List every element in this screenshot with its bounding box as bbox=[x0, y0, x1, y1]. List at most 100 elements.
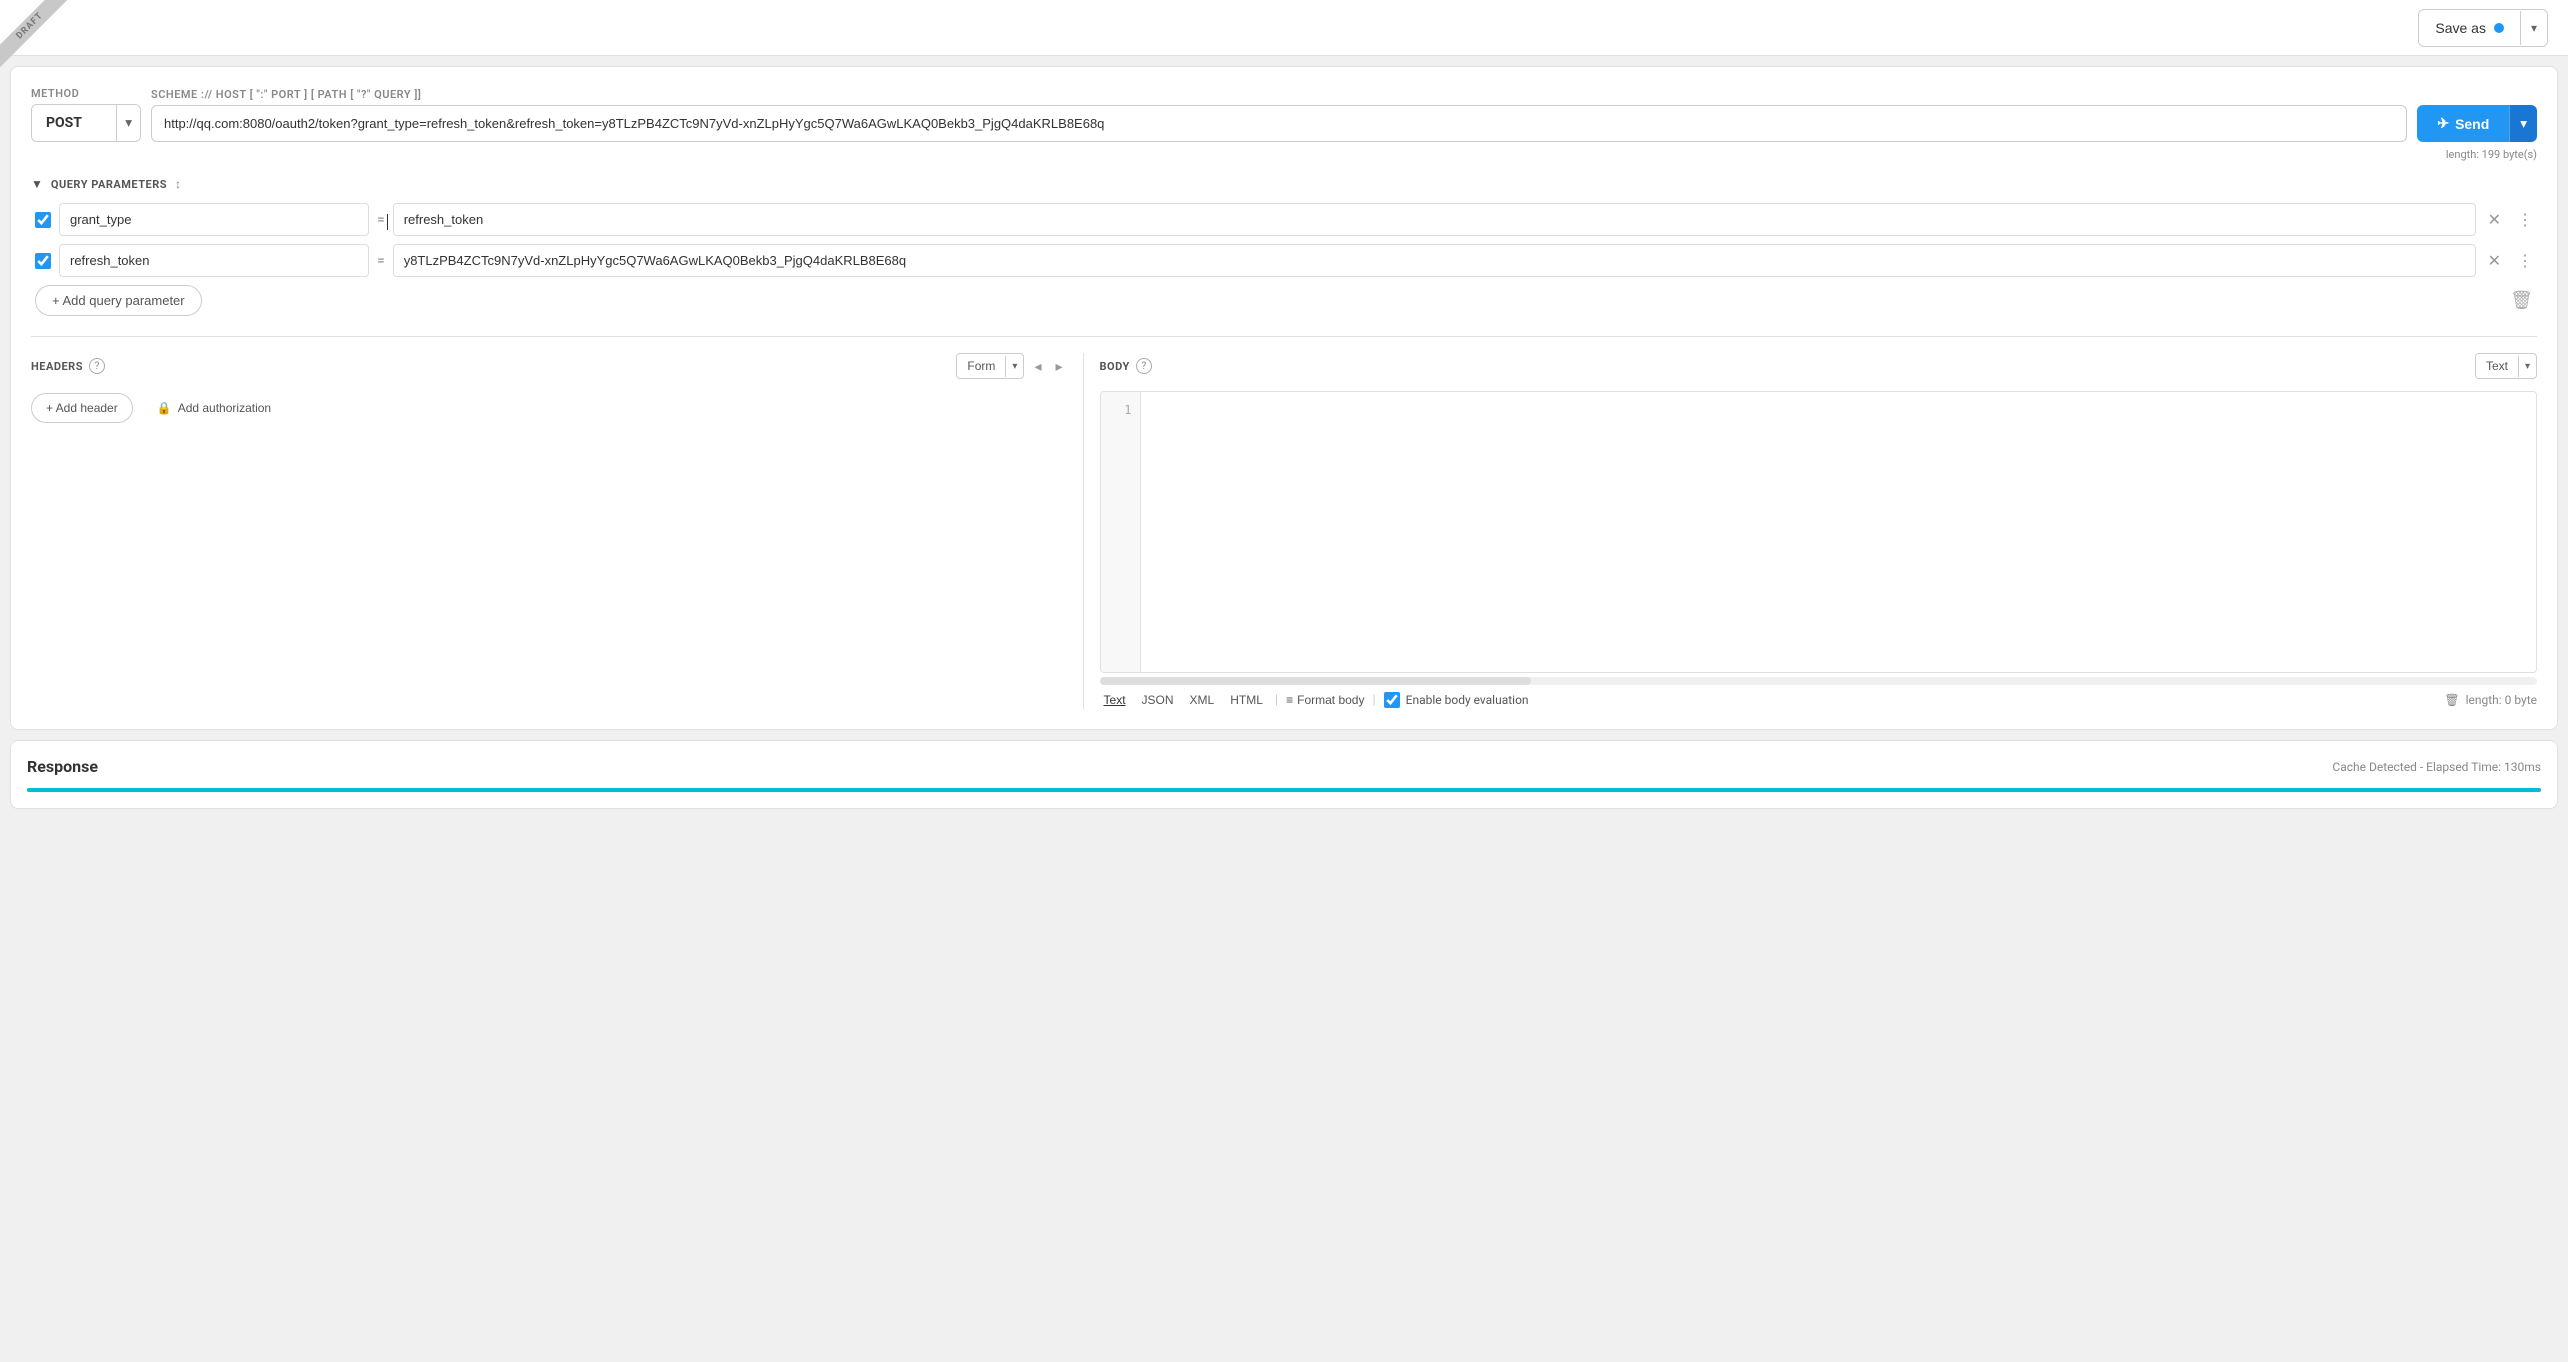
send-button-group: ✈ Send ▾ bbox=[2417, 105, 2537, 142]
send-icon: ✈ bbox=[2437, 115, 2449, 132]
separator-2: | bbox=[1372, 693, 1375, 708]
body-panel: BODY ? Text ▾ 1 bbox=[1084, 353, 2537, 709]
body-footer: Text JSON XML HTML | ≡ Format body | Ena… bbox=[1100, 691, 2537, 709]
add-param-row: + Add query parameter 🗑 bbox=[31, 285, 2537, 316]
param-row-2-more-button[interactable]: ⋮ bbox=[2513, 247, 2537, 275]
format-tab-json[interactable]: JSON bbox=[1138, 691, 1178, 709]
nav-next-button[interactable]: ▸ bbox=[1051, 356, 1066, 377]
headers-panel-header: HEADERS ? Form ▾ ◂ ▸ bbox=[31, 353, 1067, 379]
save-as-button[interactable]: Save as bbox=[2419, 10, 2520, 46]
param-row-2-key[interactable] bbox=[59, 244, 369, 277]
editor-content-area[interactable] bbox=[1141, 392, 2536, 672]
separator-1: | bbox=[1275, 693, 1278, 708]
param-row-1: = ✕ ⋮ bbox=[31, 203, 2537, 236]
param-row-1-key[interactable] bbox=[59, 203, 369, 236]
param-row-1-clear-button[interactable]: ✕ bbox=[2484, 206, 2505, 234]
send-label: Send bbox=[2455, 116, 2489, 132]
add-auth-label: Add authorization bbox=[178, 401, 271, 415]
form-dropdown-button[interactable]: Form bbox=[957, 354, 1005, 378]
add-header-label: + Add header bbox=[46, 401, 118, 415]
body-length-text: length: 0 byte bbox=[2466, 693, 2537, 707]
lock-icon: 🔒 bbox=[157, 401, 172, 415]
add-header-button[interactable]: + Add header bbox=[31, 393, 133, 423]
add-auth-button[interactable]: 🔒 Add authorization bbox=[143, 394, 285, 422]
body-scrollbar[interactable] bbox=[1100, 677, 2537, 685]
query-params-sort-icon[interactable]: ↕ bbox=[175, 177, 181, 191]
param-row-1-value[interactable] bbox=[393, 203, 2476, 236]
body-title-group: BODY ? bbox=[1100, 358, 1152, 374]
format-tab-html[interactable]: HTML bbox=[1226, 691, 1267, 709]
response-header: Response Cache Detected - Elapsed Time: … bbox=[27, 757, 2541, 776]
response-cache-info: Cache Detected - Elapsed Time: 130ms bbox=[2332, 760, 2541, 774]
delete-all-params-button[interactable]: 🗑 bbox=[2506, 286, 2537, 315]
param-row-1-checkbox[interactable] bbox=[35, 212, 51, 228]
save-as-dropdown-button[interactable]: ▾ bbox=[2520, 11, 2547, 45]
format-tab-xml[interactable]: XML bbox=[1186, 691, 1219, 709]
text-chevron-button[interactable]: ▾ bbox=[2518, 356, 2536, 377]
draft-label: DRAFT bbox=[0, 0, 71, 67]
nav-prev-button[interactable]: ◂ bbox=[1030, 356, 1045, 377]
enable-eval-text: Enable body evaluation bbox=[1406, 693, 1529, 707]
form-label: Form bbox=[967, 359, 995, 373]
url-row: METHOD POST ▾ SCHEME :// HOST [ ":" PORT… bbox=[31, 87, 2537, 142]
body-help-icon[interactable]: ? bbox=[1136, 358, 1152, 374]
body-length: 🗑 length: 0 byte bbox=[2444, 693, 2537, 707]
url-column: SCHEME :// HOST [ ":" PORT ] [ PATH [ "?… bbox=[151, 88, 2407, 142]
headers-title: HEADERS bbox=[31, 360, 83, 373]
line-numbers: 1 bbox=[1101, 392, 1141, 672]
form-dropdown-group: Form ▾ bbox=[956, 353, 1024, 379]
query-params-section: ▼ QUERY PARAMETERS ↕ = ✕ ⋮ = ✕ ⋮ bbox=[31, 177, 2537, 316]
method-column: METHOD POST ▾ bbox=[31, 87, 141, 142]
method-label: METHOD bbox=[31, 87, 141, 100]
format-body-label: Format body bbox=[1297, 693, 1364, 707]
main-card: METHOD POST ▾ SCHEME :// HOST [ ":" PORT… bbox=[10, 66, 2558, 730]
param-row-1-more-button[interactable]: ⋮ bbox=[2513, 206, 2537, 234]
text-dropdown-group: Text ▾ bbox=[2475, 353, 2537, 379]
url-input[interactable] bbox=[151, 105, 2407, 142]
body-panel-header: BODY ? Text ▾ bbox=[1100, 353, 2537, 379]
text-dropdown-button[interactable]: Text bbox=[2476, 354, 2518, 378]
trash-icon[interactable]: 🗑 bbox=[2444, 693, 2459, 707]
param-row-2-checkbox[interactable] bbox=[35, 253, 51, 269]
headers-controls: Form ▾ ◂ ▸ bbox=[956, 353, 1066, 379]
teal-bar bbox=[27, 788, 2541, 792]
format-icon: ≡ bbox=[1286, 693, 1293, 707]
add-param-button[interactable]: + Add query parameter bbox=[35, 285, 202, 316]
body-title: BODY bbox=[1100, 360, 1130, 373]
format-tab-text[interactable]: Text bbox=[1100, 691, 1130, 709]
send-dropdown-button[interactable]: ▾ bbox=[2509, 105, 2537, 142]
method-select: POST ▾ bbox=[31, 104, 141, 142]
bottom-panels: HEADERS ? Form ▾ ◂ ▸ + Add header bbox=[31, 336, 2537, 709]
method-dropdown-button[interactable]: ▾ bbox=[116, 105, 140, 141]
param-row-2-value[interactable] bbox=[393, 244, 2476, 277]
param-row-2: = ✕ ⋮ bbox=[31, 244, 2537, 277]
add-param-label: + Add query parameter bbox=[52, 293, 185, 308]
response-title: Response bbox=[27, 757, 98, 776]
save-as-dot bbox=[2494, 23, 2504, 33]
text-label: Text bbox=[2486, 359, 2508, 373]
query-params-title: QUERY PARAMETERS bbox=[51, 178, 167, 191]
scheme-label: SCHEME :// HOST [ ":" PORT ] [ PATH [ "?… bbox=[151, 88, 2407, 101]
enable-eval-label[interactable]: Enable body evaluation bbox=[1384, 692, 1529, 708]
param-row-1-equals: = bbox=[377, 212, 385, 228]
query-params-collapse-arrow[interactable]: ▼ bbox=[31, 177, 43, 191]
headers-panel: HEADERS ? Form ▾ ◂ ▸ + Add header bbox=[31, 353, 1084, 709]
body-editor: 1 bbox=[1100, 391, 2537, 673]
url-length: length: 199 byte(s) bbox=[31, 148, 2537, 161]
save-as-group: Save as ▾ bbox=[2418, 9, 2548, 47]
enable-eval-checkbox[interactable] bbox=[1384, 692, 1400, 708]
line-number-1: 1 bbox=[1101, 400, 1140, 420]
headers-help-icon[interactable]: ? bbox=[89, 358, 105, 374]
send-button[interactable]: ✈ Send bbox=[2417, 105, 2509, 142]
query-params-header: ▼ QUERY PARAMETERS ↕ bbox=[31, 177, 2537, 191]
response-section: Response Cache Detected - Elapsed Time: … bbox=[10, 740, 2558, 809]
param-row-2-equals: = bbox=[377, 253, 385, 269]
param-row-2-clear-button[interactable]: ✕ bbox=[2484, 247, 2505, 275]
format-body-button[interactable]: ≡ Format body bbox=[1286, 693, 1364, 707]
headers-title-group: HEADERS ? bbox=[31, 358, 105, 374]
headers-actions: + Add header 🔒 Add authorization bbox=[31, 393, 1067, 423]
form-chevron-button[interactable]: ▾ bbox=[1005, 356, 1023, 377]
method-value: POST bbox=[32, 105, 116, 141]
draft-corner: DRAFT bbox=[0, 0, 72, 72]
save-as-label: Save as bbox=[2435, 20, 2486, 36]
